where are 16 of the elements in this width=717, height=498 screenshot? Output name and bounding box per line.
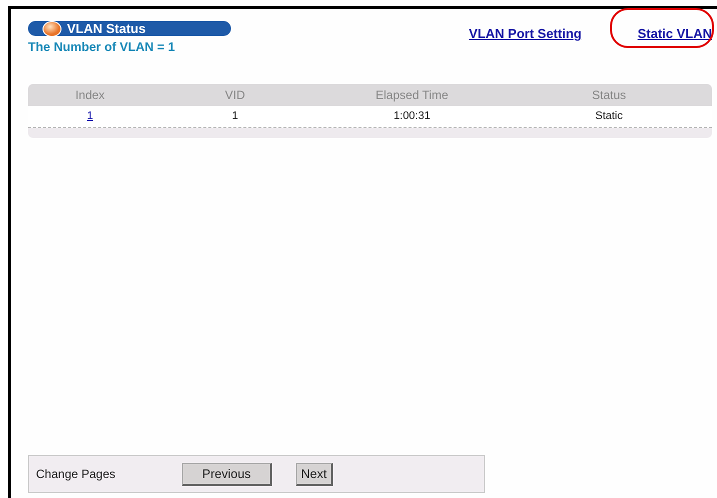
change-pages-label: Change Pages bbox=[36, 466, 116, 483]
column-header: VID bbox=[224, 86, 246, 104]
column-header: Index bbox=[74, 86, 106, 104]
orb-icon bbox=[42, 20, 62, 36]
table-cell-text: Static bbox=[594, 109, 624, 124]
index-link[interactable]: 1 bbox=[86, 110, 94, 122]
table-cell-text: 1 bbox=[230, 109, 240, 124]
next-button[interactable]: Next bbox=[296, 462, 333, 486]
banner-title: VLAN Status bbox=[67, 21, 146, 36]
column-header: Elapsed Time bbox=[374, 86, 450, 104]
column-header: Status bbox=[590, 86, 628, 104]
previous-button[interactable]: Previous bbox=[182, 462, 272, 486]
table-cell-text: 1:00:31 bbox=[392, 109, 432, 124]
nav-link-text[interactable]: Static VLAN bbox=[638, 26, 712, 41]
vlan-count: The Number of VLAN = 1 bbox=[28, 39, 176, 56]
nav-link-text[interactable]: VLAN Port Setting bbox=[468, 26, 582, 41]
